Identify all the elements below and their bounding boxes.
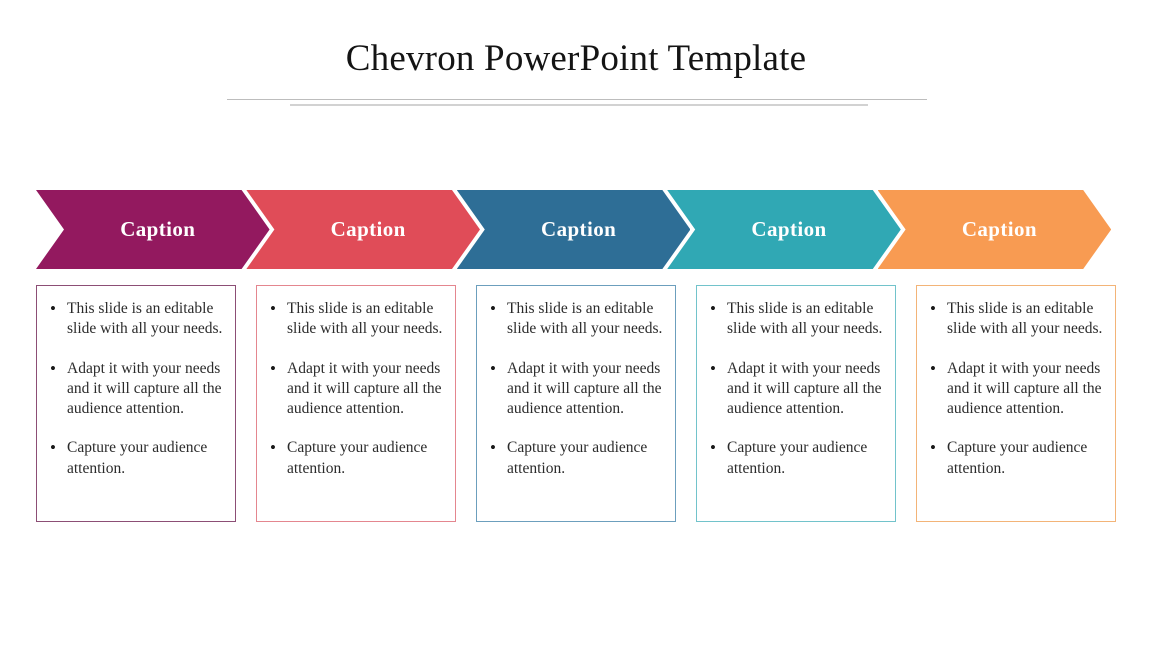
- content-box-1[interactable]: • This slide is an editable slide with al…: [36, 285, 236, 522]
- bullet-text: This slide is an editable slide with all…: [287, 300, 443, 338]
- slide-canvas: Chevron PowerPoint Template Caption Capti…: [0, 0, 1152, 648]
- chevron-step-5[interactable]: Caption: [878, 190, 1112, 269]
- list-item: • This slide is an editable slide with al…: [925, 299, 1105, 340]
- content-box-3[interactable]: • This slide is an editable slide with al…: [476, 285, 676, 522]
- bullet-text: Capture your audience attention.: [287, 439, 428, 477]
- chevron-caption-5: Caption: [961, 217, 1037, 241]
- list-item: • Adapt it with your needs and it will ca…: [925, 359, 1105, 420]
- bullet-text: Adapt it with your needs and it will cap…: [727, 359, 882, 418]
- list-item: • Capture your audience attention.: [265, 438, 445, 479]
- content-box-4[interactable]: • This slide is an editable slide with al…: [696, 285, 896, 522]
- bullet-text: This slide is an editable slide with all…: [507, 300, 663, 338]
- bullet-text: Adapt it with your needs and it will cap…: [947, 359, 1102, 418]
- chevron-caption-4: Caption: [751, 217, 827, 241]
- bullet-dot-icon: •: [930, 438, 936, 458]
- bullet-dot-icon: •: [710, 438, 716, 458]
- bullet-dot-icon: •: [270, 299, 276, 318]
- bullet-text: Capture your audience attention.: [947, 439, 1088, 477]
- chevron-caption-2: Caption: [330, 217, 406, 241]
- list-item: • Adapt it with your needs and it will ca…: [265, 359, 445, 420]
- chevron-step-3[interactable]: Caption: [457, 190, 691, 269]
- bullet-text: This slide is an editable slide with all…: [727, 300, 883, 338]
- bullet-text: Capture your audience attention.: [507, 439, 648, 477]
- title-divider-short: [290, 104, 868, 106]
- chevron-step-2[interactable]: Caption: [246, 190, 480, 269]
- title-divider-long: [227, 99, 927, 100]
- chevron-caption-1: Caption: [120, 217, 196, 241]
- chevron-caption-3: Caption: [541, 217, 617, 241]
- list-item: • Capture your audience attention.: [925, 438, 1105, 479]
- bullet-text: This slide is an editable slide with all…: [67, 300, 223, 338]
- list-item: • This slide is an editable slide with al…: [485, 299, 665, 340]
- bullet-text: This slide is an editable slide with all…: [947, 300, 1103, 338]
- bullet-text: Capture your audience attention.: [727, 439, 868, 477]
- bullet-dot-icon: •: [50, 299, 56, 318]
- list-item: • Capture your audience attention.: [485, 438, 665, 479]
- list-item: • Capture your audience attention.: [705, 438, 885, 479]
- bullet-text: Adapt it with your needs and it will cap…: [67, 359, 222, 418]
- title-block: Chevron PowerPoint Template: [0, 38, 1152, 81]
- list-item: • Capture your audience attention.: [45, 438, 225, 479]
- list-item: • This slide is an editable slide with al…: [705, 299, 885, 340]
- bullet-dot-icon: •: [490, 358, 496, 378]
- chevron-row: Caption Caption Caption Caption Caption: [36, 190, 1116, 269]
- content-boxes-row: • This slide is an editable slide with al…: [36, 285, 1116, 522]
- bullet-dot-icon: •: [710, 358, 716, 378]
- list-item: • This slide is an editable slide with al…: [265, 299, 445, 340]
- bullet-dot-icon: •: [710, 299, 716, 318]
- list-item: • This slide is an editable slide with al…: [45, 299, 225, 340]
- content-box-2[interactable]: • This slide is an editable slide with al…: [256, 285, 456, 522]
- list-item: • Adapt it with your needs and it will ca…: [705, 359, 885, 420]
- bullet-dot-icon: •: [50, 358, 56, 378]
- bullet-text: Capture your audience attention.: [67, 439, 208, 477]
- list-item: • Adapt it with your needs and it will ca…: [485, 359, 665, 420]
- bullet-dot-icon: •: [930, 299, 936, 318]
- chevron-step-1[interactable]: Caption: [36, 190, 270, 269]
- page-title: Chevron PowerPoint Template: [345, 38, 807, 79]
- bullet-dot-icon: •: [930, 358, 936, 378]
- chevron-step-4[interactable]: Caption: [667, 190, 901, 269]
- list-item: • Adapt it with your needs and it will ca…: [45, 359, 225, 420]
- bullet-dot-icon: •: [490, 438, 496, 458]
- bullet-text: Adapt it with your needs and it will cap…: [287, 359, 442, 418]
- bullet-text: Adapt it with your needs and it will cap…: [507, 359, 662, 418]
- bullet-dot-icon: •: [270, 358, 276, 378]
- content-box-5[interactable]: • This slide is an editable slide with al…: [916, 285, 1116, 522]
- bullet-dot-icon: •: [490, 299, 496, 318]
- bullet-dot-icon: •: [270, 438, 276, 458]
- bullet-dot-icon: •: [50, 438, 56, 458]
